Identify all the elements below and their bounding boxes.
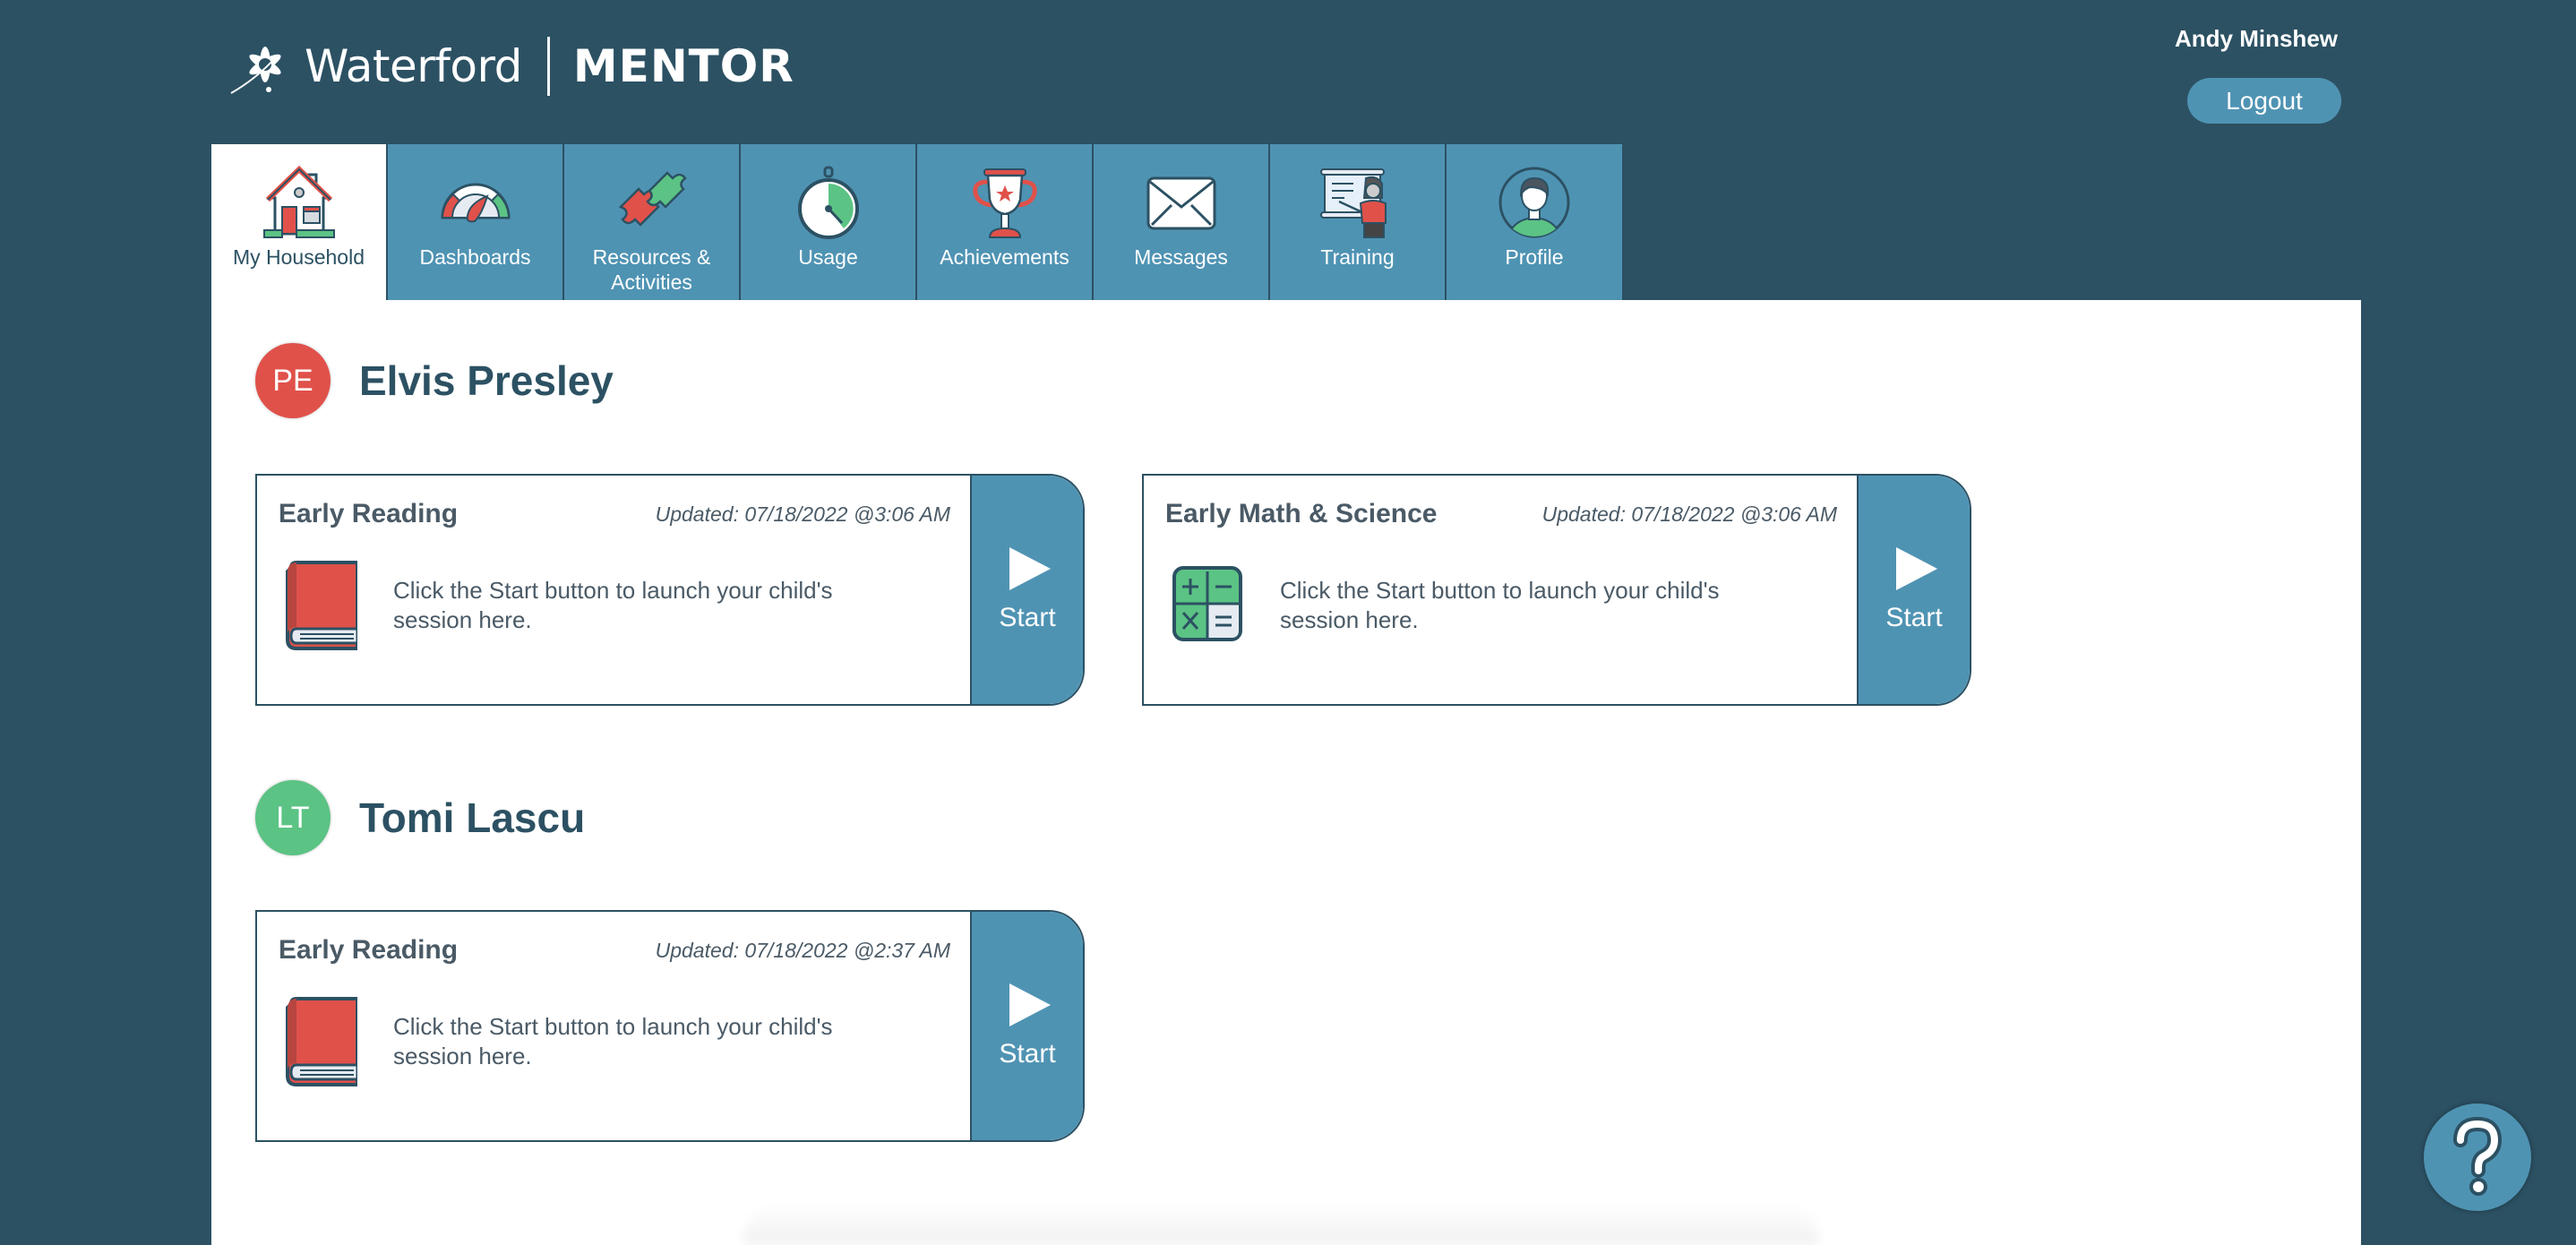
play-icon [1009,983,1051,1026]
help-button[interactable] [2424,1103,2531,1211]
tab-label: Messages [1134,245,1228,269]
trophy-icon [972,168,1037,238]
start-label: Start [999,1038,1056,1069]
program-card-early-reading: Early Reading Updated: 07/18/2022 @3:06 … [255,474,1085,706]
puzzle-icon [618,171,687,227]
envelope-icon [1146,176,1215,230]
start-button[interactable]: Start [1857,476,1970,704]
updated-timestamp: Updated: 07/18/2022 @3:06 AM [1541,502,1837,526]
stopwatch-icon [797,166,859,239]
house-icon [262,165,335,238]
tab-dashboards[interactable]: Dashboards [388,144,564,300]
header: Waterford MENTOR Andy Minshew Logout [0,0,2576,144]
program-card-early-math-science: Early Math & Science Updated: 07/18/2022… [1142,474,1971,706]
start-button[interactable]: Start [970,476,1083,704]
child-header: PE Elvis Presley [255,343,614,418]
tab-label: Achievements [940,245,1069,269]
child-header: LT Tomi Lascu [255,780,585,855]
updated-timestamp: Updated: 07/18/2022 @2:37 AM [655,939,950,962]
tab-label: Training [1320,245,1395,269]
play-icon [1009,546,1051,590]
book-icon [286,997,357,1086]
tab-usage[interactable]: Usage [741,144,917,300]
tab-label: Usage [798,245,858,269]
bottom-shadow [743,1205,1818,1245]
tab-achievements[interactable]: Achievements [917,144,1094,300]
waterford-logo-icon [230,47,281,94]
logout-button[interactable]: Logout [2187,78,2341,124]
brand-name: Waterford [305,40,522,92]
main-nav: My Household Dashboards Resources & Acti… [211,144,1622,300]
program-description: Click the Start button to launch your ch… [393,577,833,633]
teacher-icon [1319,168,1387,238]
product-name: MENTOR [572,40,794,92]
profile-icon [1498,167,1570,238]
start-button[interactable]: Start [970,912,1083,1140]
tab-training[interactable]: Training [1270,144,1447,300]
household-panel: PE Elvis Presley Early Reading Updated: … [211,300,2361,1245]
logo-divider [546,37,550,96]
avatar: PE [255,343,331,418]
tab-profile[interactable]: Profile [1447,144,1622,300]
child-name: Tomi Lascu [359,794,586,841]
program-title: Early Math & Science [1165,499,1438,528]
tab-my-household[interactable]: My Household [211,144,388,300]
user-name: Andy Minshew [2174,25,2338,52]
program-title: Early Reading [279,935,459,965]
program-description: Click the Start button to launch your ch… [1280,577,1720,633]
child-name: Elvis Presley [359,357,614,404]
tab-messages[interactable]: Messages [1094,144,1270,300]
math-icon [1172,566,1242,641]
program-card-early-reading: Early Reading Updated: 07/18/2022 @2:37 … [255,910,1085,1142]
tab-label: Resources & Activities [592,245,711,294]
tab-label: Dashboards [419,245,531,269]
play-icon [1896,546,1937,590]
tab-resources-activities[interactable]: Resources & Activities [564,144,741,300]
book-icon [286,561,357,650]
avatar: LT [255,780,331,855]
waterford-mentor-logo[interactable]: Waterford MENTOR [229,34,794,99]
start-label: Start [999,602,1056,632]
updated-timestamp: Updated: 07/18/2022 @3:06 AM [655,502,950,526]
tab-label: Profile [1505,245,1564,269]
gauge-icon [440,183,511,223]
start-label: Start [1885,602,1943,632]
program-title: Early Reading [279,499,459,528]
tab-label: My Household [232,245,365,269]
help-icon [2453,1117,2502,1196]
program-description: Click the Start button to launch your ch… [393,1013,833,1069]
